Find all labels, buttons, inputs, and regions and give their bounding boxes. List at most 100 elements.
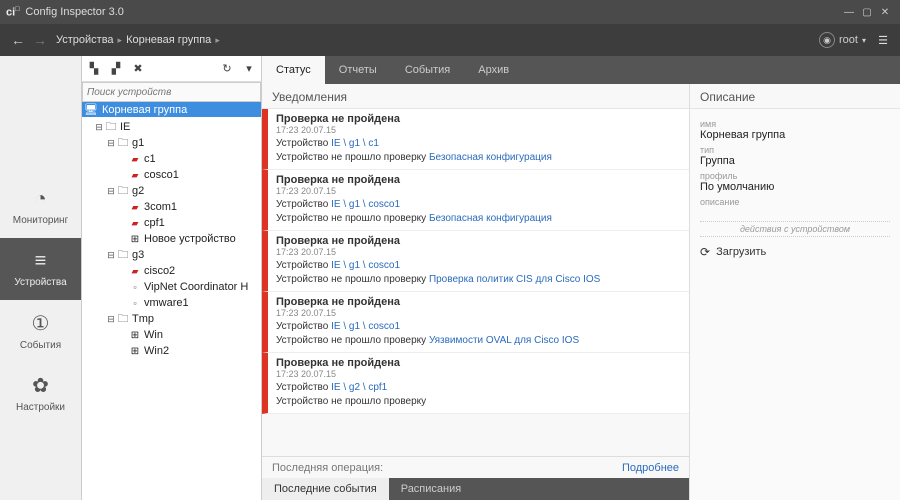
notifications-column: Уведомления Проверка не пройдена17:23 20… (262, 84, 690, 500)
tree-row[interactable]: Win (82, 327, 261, 343)
tree-row[interactable]: ⊟🗀g2 (82, 183, 261, 199)
desc-action-Загрузить[interactable]: ⟳Загрузить (700, 243, 890, 261)
titlebar: ci□ Config Inspector 3.0 — ▢ ✕ (0, 0, 900, 24)
description-header: Описание (690, 84, 900, 109)
forward-arrow-icon[interactable]: → (30, 30, 50, 50)
minimize-button[interactable]: — (840, 4, 858, 20)
tab-Архив[interactable]: Архив (464, 56, 523, 84)
device-link[interactable]: IE \ g1 \ cosco1 (331, 260, 400, 271)
device-link[interactable]: IE \ g1 \ cosco1 (331, 199, 400, 210)
notifications-header: Уведомления (262, 84, 689, 109)
tree-twisty-icon[interactable]: ⊟ (106, 250, 116, 261)
tree-row[interactable]: Новое устройство (82, 231, 261, 247)
dev-win-icon (128, 346, 142, 357)
notification-title: Проверка не пройдена (276, 235, 681, 247)
tree-node-label: Tmp (132, 313, 154, 325)
tree-row[interactable]: ⊟🗀Tmp (82, 311, 261, 327)
notification-reason-line: Устройство не прошло проверку Безопасная… (276, 213, 681, 224)
notification-time: 17:23 20.07.15 (276, 369, 681, 379)
rail-item-monitoring[interactable]: ◔ Мониторинг (0, 176, 81, 238)
notification-item[interactable]: Проверка не пройдена17:23 20.07.15 Устрой… (262, 353, 689, 414)
tree-node-label: cisco2 (144, 265, 175, 277)
piechart-icon: ◔ (34, 188, 46, 211)
device-link[interactable]: IE \ g1 \ c1 (331, 138, 379, 149)
notifications-list[interactable]: Проверка не пройдена17:23 20.07.15Устрой… (262, 109, 689, 456)
tab-Отчеты[interactable]: Отчеты (325, 56, 391, 84)
tree-twisty-icon[interactable]: ⊟ (106, 314, 116, 325)
tree-twisty-icon[interactable]: ⊟ (94, 122, 104, 133)
dev-plain-icon (128, 298, 142, 308)
reload-icon: ⟳ (700, 245, 710, 259)
check-link[interactable]: Проверка политик CIS для Cisco IOS (429, 274, 600, 285)
bottom-tab-Расписания[interactable]: Расписания (389, 478, 473, 500)
tree-row[interactable]: cisco2 (82, 263, 261, 279)
tree-twisty-icon[interactable]: ⊟ (106, 186, 116, 197)
rail-label: Мониторинг (13, 215, 68, 226)
tree-row[interactable]: c1 (82, 151, 261, 167)
tree-row[interactable]: ⊟🗀g3 (82, 247, 261, 263)
tree-panel: ▚ ▞ ✖ ↻ ▾ 🖥 Корневая группа ⊟🗀IE⊟🗀g1c1co… (82, 56, 262, 500)
rail-item-devices[interactable]: ≡ Устройства (0, 238, 81, 300)
filter-icon[interactable]: ▾ (241, 61, 257, 77)
user-name: root (839, 34, 858, 46)
bottom-tab-Последние события[interactable]: Последние события (262, 478, 389, 500)
check-link[interactable]: Безопасная конфигурация (429, 152, 552, 163)
tree-node-label: IE (120, 121, 130, 133)
user-menu[interactable]: ◉ root ▾ (819, 32, 866, 48)
tree-row[interactable]: Win2 (82, 343, 261, 359)
device-link[interactable]: IE \ g1 \ cosco1 (331, 321, 400, 332)
refresh-icon[interactable]: ↻ (219, 61, 235, 77)
tree-search-input[interactable] (82, 82, 261, 102)
folder-icon: 🗀 (116, 246, 130, 265)
notification-title: Проверка не пройдена (276, 113, 681, 125)
check-link[interactable]: Уязвимости OVAL для Cisco IOS (429, 335, 579, 346)
tree-row[interactable]: cpf1 (82, 215, 261, 231)
main: ◔ Мониторинг ≡ Устройства ① События ✿ На… (0, 56, 900, 500)
dev-eth-icon (128, 266, 142, 277)
check-link[interactable]: Безопасная конфигурация (429, 213, 552, 224)
tree-row[interactable]: vmware1 (82, 295, 261, 311)
notification-title: Проверка не пройдена (276, 357, 681, 369)
device-link[interactable]: IE \ g2 \ cpf1 (331, 382, 387, 393)
tree-row[interactable]: ⊟🗀g1 (82, 135, 261, 151)
user-icon: ◉ (819, 32, 835, 48)
tree-root-node[interactable]: 🖥 Корневая группа (82, 102, 261, 117)
delete-icon[interactable]: ✖ (130, 61, 146, 77)
tree-node-label: g3 (132, 249, 144, 261)
tree-node-label: g1 (132, 137, 144, 149)
tab-Статус[interactable]: Статус (262, 56, 325, 84)
add-device-icon[interactable]: ▞ (108, 61, 124, 77)
tree-twisty-icon[interactable]: ⊟ (106, 138, 116, 149)
dev-win-icon (128, 330, 142, 341)
tree-row[interactable]: cosco1 (82, 167, 261, 183)
tree-row[interactable]: ⊟🗀IE (82, 119, 261, 135)
notification-item[interactable]: Проверка не пройдена17:23 20.07.15Устрой… (262, 292, 689, 353)
device-tree[interactable]: ⊟🗀IE⊟🗀g1c1cosco1⊟🗀g23com1cpf1Новое устро… (82, 117, 261, 500)
close-button[interactable]: ✕ (876, 4, 894, 20)
breadcrumb-item[interactable]: Устройства (56, 34, 114, 46)
notification-reason-line: Устройство не прошло проверку (276, 396, 681, 407)
notification-item[interactable]: Проверка не пройдена17:23 20.07.15Устрой… (262, 109, 689, 170)
notification-item[interactable]: Проверка не пройдена17:23 20.07.15Устрой… (262, 170, 689, 231)
rail-item-events[interactable]: ① События (0, 300, 81, 362)
desc-field-value: Корневая группа (700, 129, 890, 141)
desc-field-value: Группа (700, 155, 890, 167)
rail-item-settings[interactable]: ✿ Настройки (0, 362, 81, 424)
add-group-icon[interactable]: ▚ (86, 61, 102, 77)
hamburger-menu-icon[interactable]: ☰ (874, 31, 892, 49)
desc-actions-header: действия с устройством (700, 221, 890, 237)
more-link[interactable]: Подробнее (622, 462, 679, 474)
tree-toolbar: ▚ ▞ ✖ ↻ ▾ (82, 56, 261, 82)
last-operation-bar: Последняя операция: Подробнее (262, 456, 689, 478)
notification-item[interactable]: Проверка не пройдена17:23 20.07.15Устрой… (262, 231, 689, 292)
dev-eth-icon (128, 154, 142, 165)
tree-row[interactable]: VipNet Coordinator H (82, 279, 261, 295)
tree-row[interactable]: 3com1 (82, 199, 261, 215)
maximize-button[interactable]: ▢ (858, 4, 876, 20)
back-arrow-icon[interactable]: ← (8, 30, 28, 50)
desc-field-label: профиль (700, 171, 890, 181)
breadcrumb-item[interactable]: Корневая группа (126, 34, 211, 46)
app-logo: ci□ (6, 6, 19, 19)
breadcrumb-sep-icon: ▸ (118, 35, 123, 46)
tab-События[interactable]: События (391, 56, 464, 84)
